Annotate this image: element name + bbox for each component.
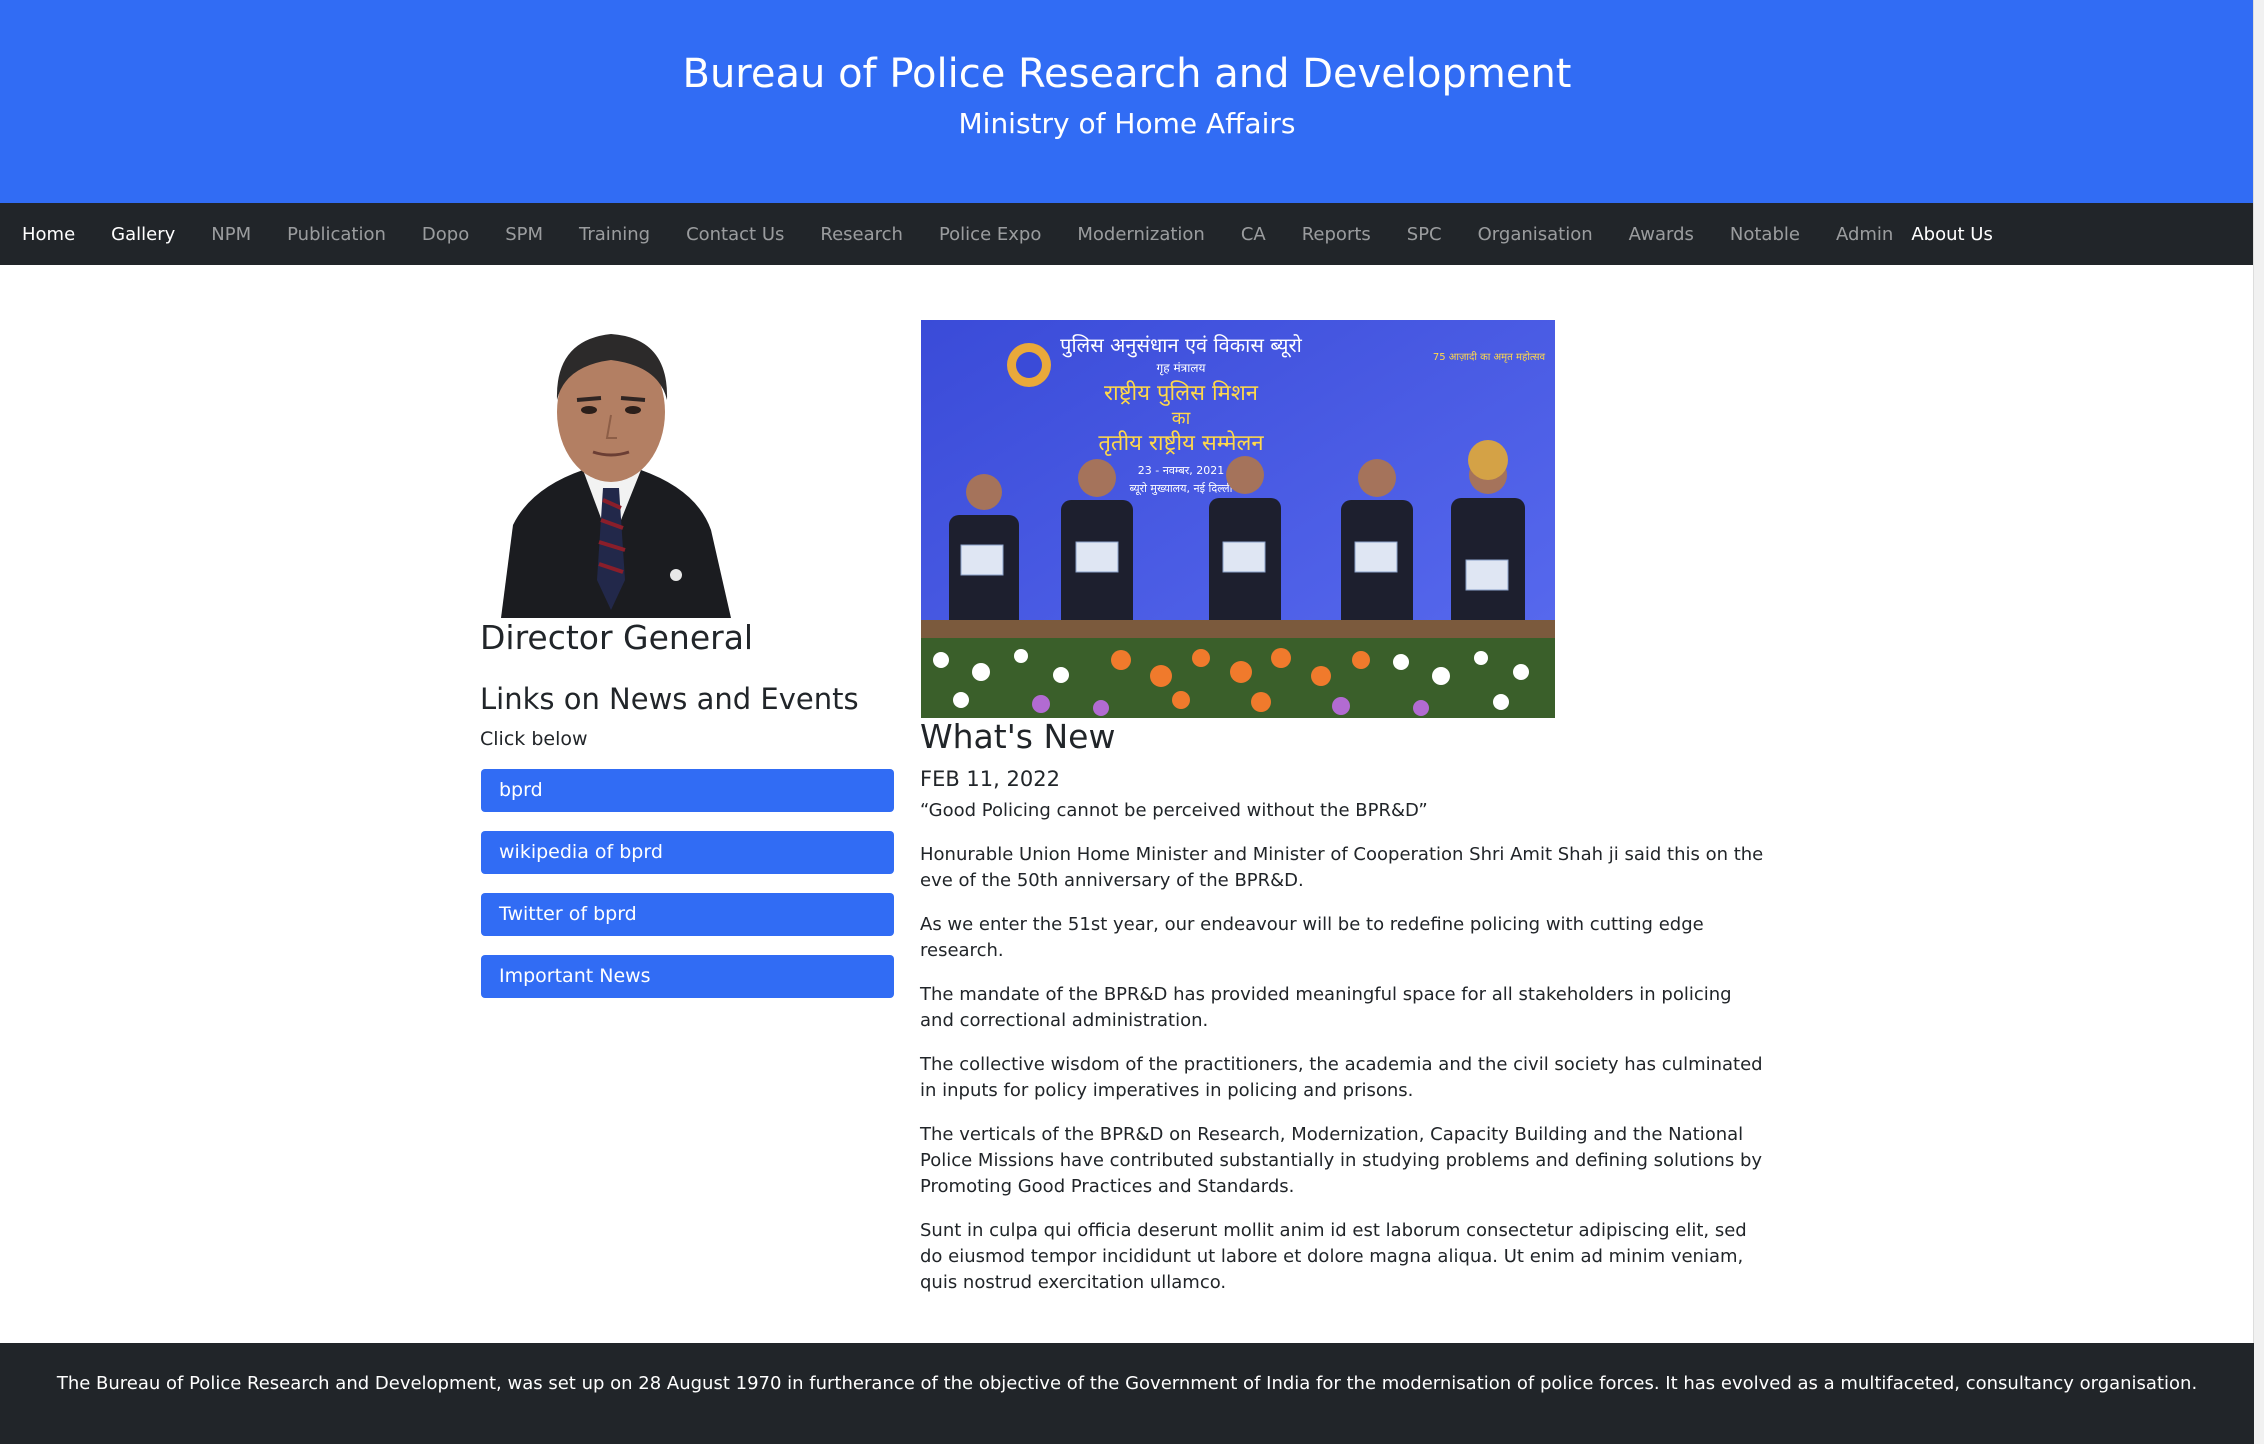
nav-awards[interactable]: Awards — [1629, 224, 1694, 245]
banner-line-4: का — [1172, 408, 1191, 429]
nav-spc[interactable]: SPC — [1407, 224, 1442, 245]
nav-training[interactable]: Training — [579, 224, 650, 245]
links-heading: Links on News and Events — [480, 682, 859, 716]
banner-line-6: 23 - नवम्बर, 2021 — [1138, 464, 1225, 477]
nav-organisation[interactable]: Organisation — [1478, 224, 1593, 245]
news-date: FEB 11, 2022 — [920, 767, 1060, 791]
news-body: “Good Policing cannot be perceived witho… — [920, 798, 1770, 1314]
twitter-link-button[interactable]: Twitter of bprd — [481, 893, 894, 936]
whats-new-heading: What's New — [920, 717, 1116, 756]
banner-line-1: पुलिस अनुसंधान एवं विकास ब्यूरो — [1060, 333, 1303, 358]
nav-publication[interactable]: Publication — [287, 224, 386, 245]
site-footer: The Bureau of Police Research and Develo… — [0, 1343, 2254, 1444]
banner-line-2: गृह मंत्रालय — [1157, 361, 1207, 376]
news-paragraph: The collective wisdom of the practitione… — [920, 1054, 1763, 1101]
banner-line-7: ब्यूरो मुख्यालय, नई दिल्ली — [1130, 482, 1233, 496]
click-below-text: Click below — [480, 728, 588, 750]
main-navbar: Home Gallery NPM Publication Dopo SPM Tr… — [0, 203, 2254, 265]
banner-line-5: तृतीय राष्ट्रीय सम्मेलन — [1098, 430, 1264, 456]
nav-dopo[interactable]: Dopo — [422, 224, 469, 245]
nav-contact-us[interactable]: Contact Us — [686, 224, 784, 245]
wikipedia-link-button[interactable]: wikipedia of bprd — [481, 831, 894, 874]
nav-gallery[interactable]: Gallery — [111, 224, 175, 245]
nav-research[interactable]: Research — [820, 224, 903, 245]
nav-spm[interactable]: SPM — [505, 224, 543, 245]
site-title: Bureau of Police Research and Developmen… — [682, 51, 1572, 97]
footer-text: The Bureau of Police Research and Develo… — [56, 1373, 2198, 1394]
nav-ca[interactable]: CA — [1241, 224, 1266, 245]
nav-reports[interactable]: Reports — [1302, 224, 1371, 245]
nav-police-expo[interactable]: Police Expo — [939, 224, 1041, 245]
azadi-logo: 75 आज़ादी का अमृत महोत्सव — [1433, 351, 1546, 363]
site-subtitle: Ministry of Home Affairs — [958, 107, 1296, 140]
news-paragraph: The mandate of the BPR&D has provided me… — [920, 984, 1732, 1031]
news-paragraph: “Good Policing cannot be perceived witho… — [920, 800, 1428, 821]
nav-modernization[interactable]: Modernization — [1077, 224, 1205, 245]
nav-npm[interactable]: NPM — [211, 224, 251, 245]
nav-notable[interactable]: Notable — [1730, 224, 1800, 245]
director-general-heading: Director General — [480, 618, 754, 657]
nav-about-us[interactable]: About Us — [1911, 224, 1993, 245]
important-news-link-button[interactable]: Important News — [481, 955, 894, 998]
director-general-photo — [491, 320, 731, 618]
event-photo: पुलिस अनुसंधान एवं विकास ब्यूरो गृह मंत्… — [921, 320, 1555, 718]
nav-admin[interactable]: Admin — [1836, 224, 1893, 245]
banner-line-3: राष्ट्रीय पुलिस मिशन — [1104, 380, 1259, 406]
news-paragraph: As we enter the 51st year, our endeavour… — [920, 914, 1704, 961]
site-header: Bureau of Police Research and Developmen… — [0, 0, 2254, 203]
news-paragraph: Honurable Union Home Minister and Minist… — [920, 844, 1764, 891]
page-scrollbar[interactable] — [2253, 0, 2264, 1444]
nav-home[interactable]: Home — [22, 224, 75, 245]
news-paragraph: The verticals of the BPR&D on Research, … — [920, 1124, 1763, 1197]
news-paragraph: Sunt in culpa qui officia deserunt molli… — [920, 1220, 1747, 1293]
bprd-link-button[interactable]: bprd — [481, 769, 894, 812]
